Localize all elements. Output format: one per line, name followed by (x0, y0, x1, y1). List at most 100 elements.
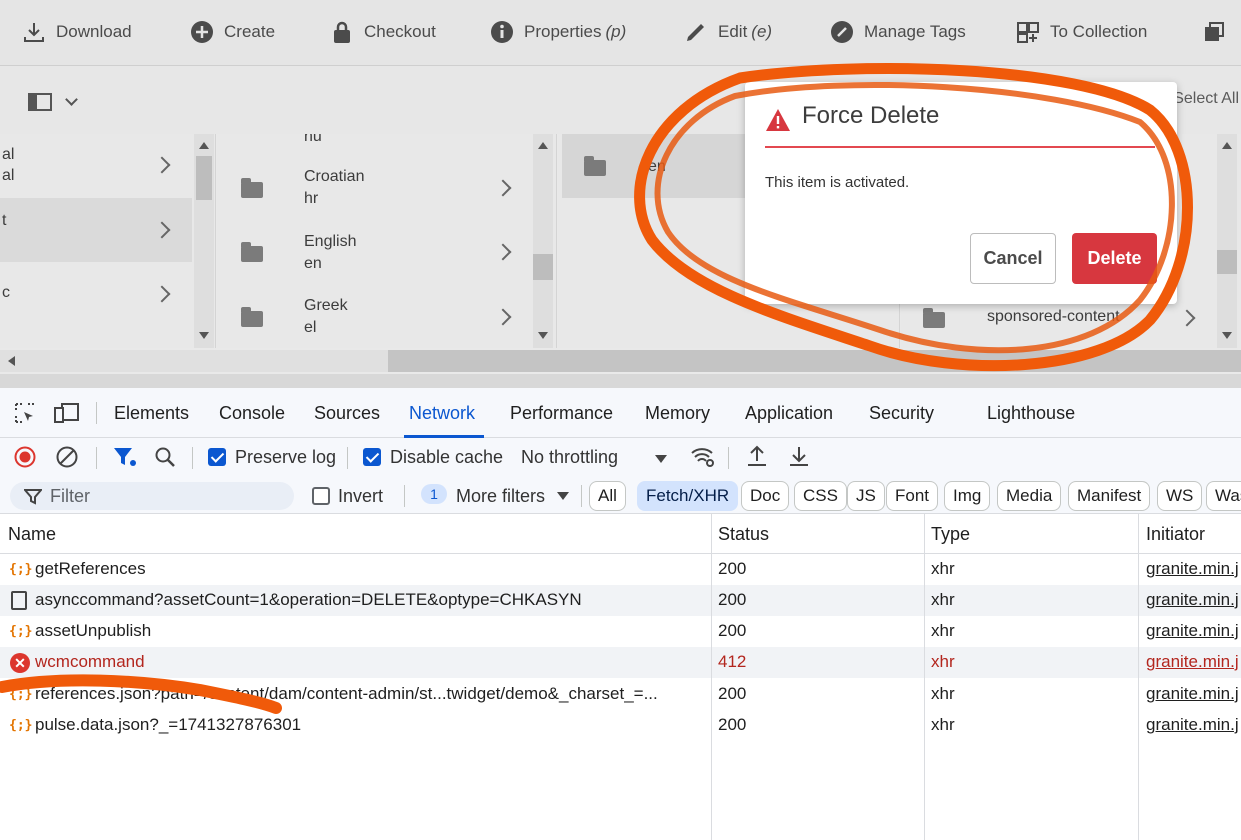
horizontal-scroll-thumb[interactable] (388, 350, 1241, 372)
devtools-tab-bar: Elements Console Sources Network Perform… (0, 388, 1241, 438)
filter-chip-font[interactable]: Font (886, 481, 939, 511)
json-icon: {;} (9, 562, 33, 577)
table-row[interactable]: {;} assetUnpublish 200 xhr granite.min.j (0, 616, 1241, 647)
filter-chip-manifest[interactable]: Manifest (1068, 481, 1151, 511)
chevron-down-icon[interactable] (65, 93, 78, 106)
device-toolbar-icon[interactable] (54, 402, 80, 424)
edit-button[interactable]: Edit (e) (684, 18, 772, 46)
column-divider[interactable] (711, 514, 712, 840)
preserve-log-checkbox[interactable] (208, 448, 226, 466)
tab-lighthouse[interactable]: Lighthouse (987, 403, 1075, 424)
chevron-right-icon (494, 179, 512, 197)
filter-input[interactable]: Filter (10, 482, 294, 510)
document-icon (11, 591, 27, 610)
table-row[interactable]: asynccommand?assetCount=1&operation=DELE… (0, 585, 1241, 616)
column-header-status[interactable]: Status (718, 524, 769, 545)
initiator-link[interactable]: granite.min.j (1146, 684, 1239, 704)
column-item[interactable]: al al (0, 134, 215, 198)
filter-chip-all[interactable]: All (589, 481, 626, 511)
to-collection-button[interactable]: To Collection (1016, 18, 1147, 46)
table-row[interactable]: {;} references.json?path=/content/dam/co… (0, 679, 1241, 710)
filter-chip-css[interactable]: CSS (794, 481, 847, 511)
stop-recording-icon[interactable] (14, 446, 36, 468)
copy-button[interactable] (1202, 18, 1226, 46)
scrollbar[interactable] (533, 134, 553, 348)
column-divider[interactable] (924, 514, 925, 840)
download-button[interactable]: Download (22, 18, 132, 46)
filter-funnel-icon[interactable] (113, 446, 137, 468)
more-filters-count-badge: 1 (421, 484, 447, 504)
scroll-left-icon[interactable] (8, 356, 15, 366)
filter-chip-img[interactable]: Img (944, 481, 991, 511)
tab-security[interactable]: Security (869, 403, 934, 424)
scrollbar[interactable] (194, 134, 214, 348)
create-label: Create (224, 22, 276, 41)
column-divider[interactable] (1138, 514, 1139, 840)
scrollbar[interactable] (1217, 134, 1237, 348)
error-icon: ✕ (10, 653, 30, 673)
tab-console[interactable]: Console (219, 403, 285, 424)
clear-icon[interactable] (56, 446, 78, 468)
tag-icon (831, 21, 853, 43)
properties-button[interactable]: Properties (p) (490, 18, 626, 46)
initiator-link[interactable]: granite.min.j (1146, 652, 1239, 672)
json-icon: {;} (9, 718, 33, 733)
column-item[interactable]: t (0, 198, 192, 262)
import-har-icon[interactable] (746, 444, 768, 468)
column-2: hu Croatian hr English en Greek el (217, 134, 557, 348)
filter-chip-fetch-xhr[interactable]: Fetch/XHR (637, 481, 739, 511)
column-item-greek[interactable]: Greek el (217, 285, 556, 348)
table-row[interactable]: {;} pulse.data.json?_=1741327876301 200 … (0, 710, 1241, 741)
window-bottom-bar (0, 374, 1241, 388)
folder-icon (923, 308, 945, 328)
dialog-title: Force Delete (802, 102, 940, 129)
disable-cache-label: Disable cache (390, 447, 504, 467)
create-button[interactable]: Create (190, 18, 275, 46)
tab-sources[interactable]: Sources (314, 403, 380, 424)
throttling-select[interactable]: No throttling (510, 443, 670, 473)
network-toolbar: Preserve log Disable cache No throttling (0, 438, 1241, 478)
filter-chip-ws[interactable]: WS (1157, 481, 1203, 511)
table-row-error[interactable]: ✕ wcmcommand 412 xhr granite.min.j (0, 647, 1241, 678)
column-header-type[interactable]: Type (931, 524, 970, 545)
filter-chip-media[interactable]: Media (997, 481, 1062, 511)
select-all-link[interactable]: Select All (1173, 90, 1239, 108)
force-delete-dialog: Force Delete This item is activated. Can… (745, 82, 1177, 304)
table-row[interactable]: {;} getReferences 200 xhr granite.min.j (0, 554, 1241, 585)
checkout-button[interactable]: Checkout (330, 18, 436, 46)
initiator-link[interactable]: granite.min.j (1146, 715, 1239, 735)
initiator-link[interactable]: granite.min.j (1146, 590, 1239, 610)
tab-network[interactable]: Network (409, 403, 475, 424)
initiator-link[interactable]: granite.min.j (1146, 559, 1239, 579)
download-label: Download (56, 22, 132, 41)
column-item[interactable]: c (0, 262, 215, 326)
tab-performance[interactable]: Performance (510, 403, 613, 424)
export-har-icon[interactable] (788, 444, 810, 468)
search-icon[interactable] (154, 446, 176, 468)
column-header-name[interactable]: Name (8, 524, 56, 545)
tab-memory[interactable]: Memory (645, 403, 710, 424)
column-item-croatian[interactable]: Croatian hr (217, 156, 556, 220)
column-view-icon[interactable] (28, 93, 52, 111)
edit-shortcut: (e) (751, 22, 773, 41)
screen: Download Create Checkout Properties (p) E… (0, 0, 1241, 840)
folder-icon (241, 307, 263, 327)
disable-cache-checkbox[interactable] (363, 448, 381, 466)
tab-elements[interactable]: Elements (114, 403, 189, 424)
network-filter-bar: Filter Invert 1 More filters All Fetch/X… (0, 478, 1241, 514)
folder-icon (241, 178, 263, 198)
manage-tags-button[interactable]: Manage Tags (830, 18, 966, 46)
filter-chip-js[interactable]: JS (847, 481, 885, 511)
network-conditions-icon[interactable] (690, 444, 716, 468)
column-header-initiator[interactable]: Initiator (1146, 524, 1205, 545)
filter-chip-doc[interactable]: Doc (741, 481, 790, 511)
aem-assets-view: Download Create Checkout Properties (p) E… (0, 0, 1241, 388)
delete-button[interactable]: Delete (1072, 233, 1157, 284)
inspect-element-icon[interactable] (14, 402, 36, 424)
column-item-english[interactable]: English en (217, 220, 556, 284)
invert-checkbox[interactable] (312, 487, 330, 505)
tab-application[interactable]: Application (745, 403, 833, 424)
initiator-link[interactable]: granite.min.j (1146, 621, 1239, 641)
cancel-button[interactable]: Cancel (970, 233, 1056, 284)
filter-chip-wasm[interactable]: Was (1206, 481, 1241, 511)
